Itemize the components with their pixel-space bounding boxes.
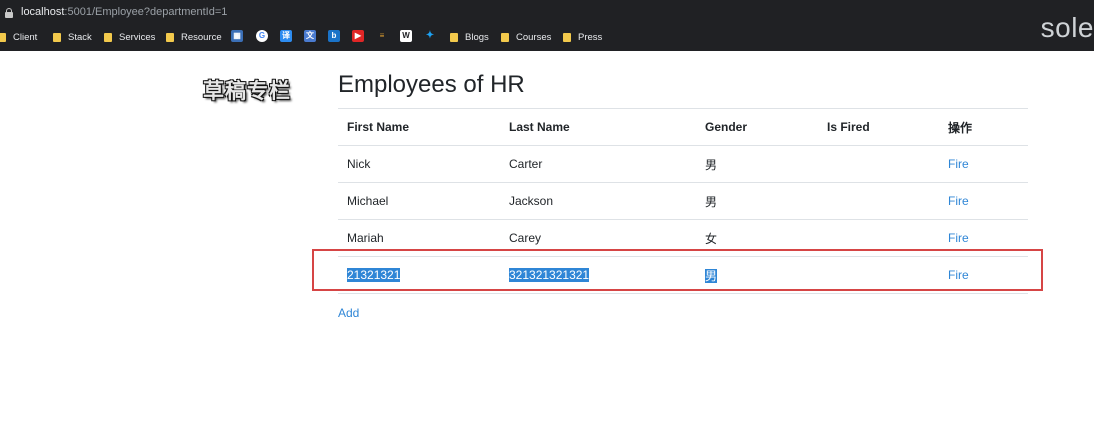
folder-icon	[501, 32, 509, 42]
cell-first-name: Michael	[338, 182, 500, 220]
folder-icon	[0, 32, 6, 42]
column-header-actions: 操作	[939, 108, 1028, 146]
site-logo[interactable]: 草稿专栏	[203, 75, 291, 105]
youtube-icon[interactable]: ▶	[352, 30, 364, 42]
browser-chrome: localhost:5001/Employee?departmentId=1 C…	[0, 0, 1094, 51]
table-header-row: First Name Last Name Gender Is Fired 操作	[338, 108, 1028, 146]
cell-gender: 男	[696, 145, 818, 183]
bookmark-client[interactable]: Client	[0, 27, 37, 47]
bookmark-blogs[interactable]: Blogs	[450, 27, 489, 47]
table-row: Michael Jackson 男 Fire	[338, 182, 1028, 220]
table-row: Nick Carter 男 Fire	[338, 145, 1028, 183]
page-title: Employees of HR	[338, 71, 525, 98]
bookmarks-bar: Client Stack Services Resource Blogs Cou…	[0, 27, 1094, 47]
cell-first-name: Nick	[338, 145, 500, 183]
bookmark-resource[interactable]: Resource	[166, 27, 222, 47]
translate-alt-icon[interactable]: 文	[304, 30, 316, 42]
column-header-is-fired: Is Fired	[818, 108, 939, 146]
google-icon[interactable]: G	[256, 30, 268, 42]
folder-icon	[450, 32, 458, 42]
folder-icon	[104, 32, 112, 42]
corner-overlay-text: sole	[1040, 12, 1094, 43]
url-text[interactable]: localhost:5001/Employee?departmentId=1	[21, 6, 227, 18]
column-header-gender: Gender	[696, 108, 818, 146]
translate-icon[interactable]: 译	[280, 30, 292, 42]
cell-is-fired	[818, 182, 939, 220]
folder-icon	[166, 32, 174, 42]
column-header-first-name: First Name	[338, 108, 500, 146]
bookmark-courses[interactable]: Courses	[501, 27, 551, 47]
lock-icon[interactable]	[5, 8, 13, 18]
folder-icon	[53, 32, 61, 42]
bookmark-press[interactable]: Press	[563, 27, 602, 47]
cell-gender: 男	[696, 182, 818, 220]
fire-link[interactable]: Fire	[948, 157, 969, 171]
add-link[interactable]: Add	[338, 306, 359, 320]
address-bar[interactable]: localhost:5001/Employee?departmentId=1	[0, 0, 1094, 26]
cell-is-fired	[818, 145, 939, 183]
highlight-annotation-box	[312, 249, 1043, 291]
grid-app-icon[interactable]: ▦	[231, 30, 243, 42]
cell-last-name: Carter	[500, 145, 696, 183]
column-header-last-name: Last Name	[500, 108, 696, 146]
fire-link[interactable]: Fire	[948, 194, 969, 208]
bookmark-stack[interactable]: Stack	[53, 27, 92, 47]
fire-link[interactable]: Fire	[948, 231, 969, 245]
twitter-icon[interactable]: ✦	[424, 30, 436, 42]
stackoverflow-icon[interactable]: ≡	[376, 30, 388, 42]
folder-icon	[563, 32, 571, 42]
bookmark-services[interactable]: Services	[104, 27, 155, 47]
wikipedia-icon[interactable]: W	[400, 30, 412, 42]
bing-icon[interactable]: b	[328, 30, 340, 42]
cell-last-name: Jackson	[500, 182, 696, 220]
